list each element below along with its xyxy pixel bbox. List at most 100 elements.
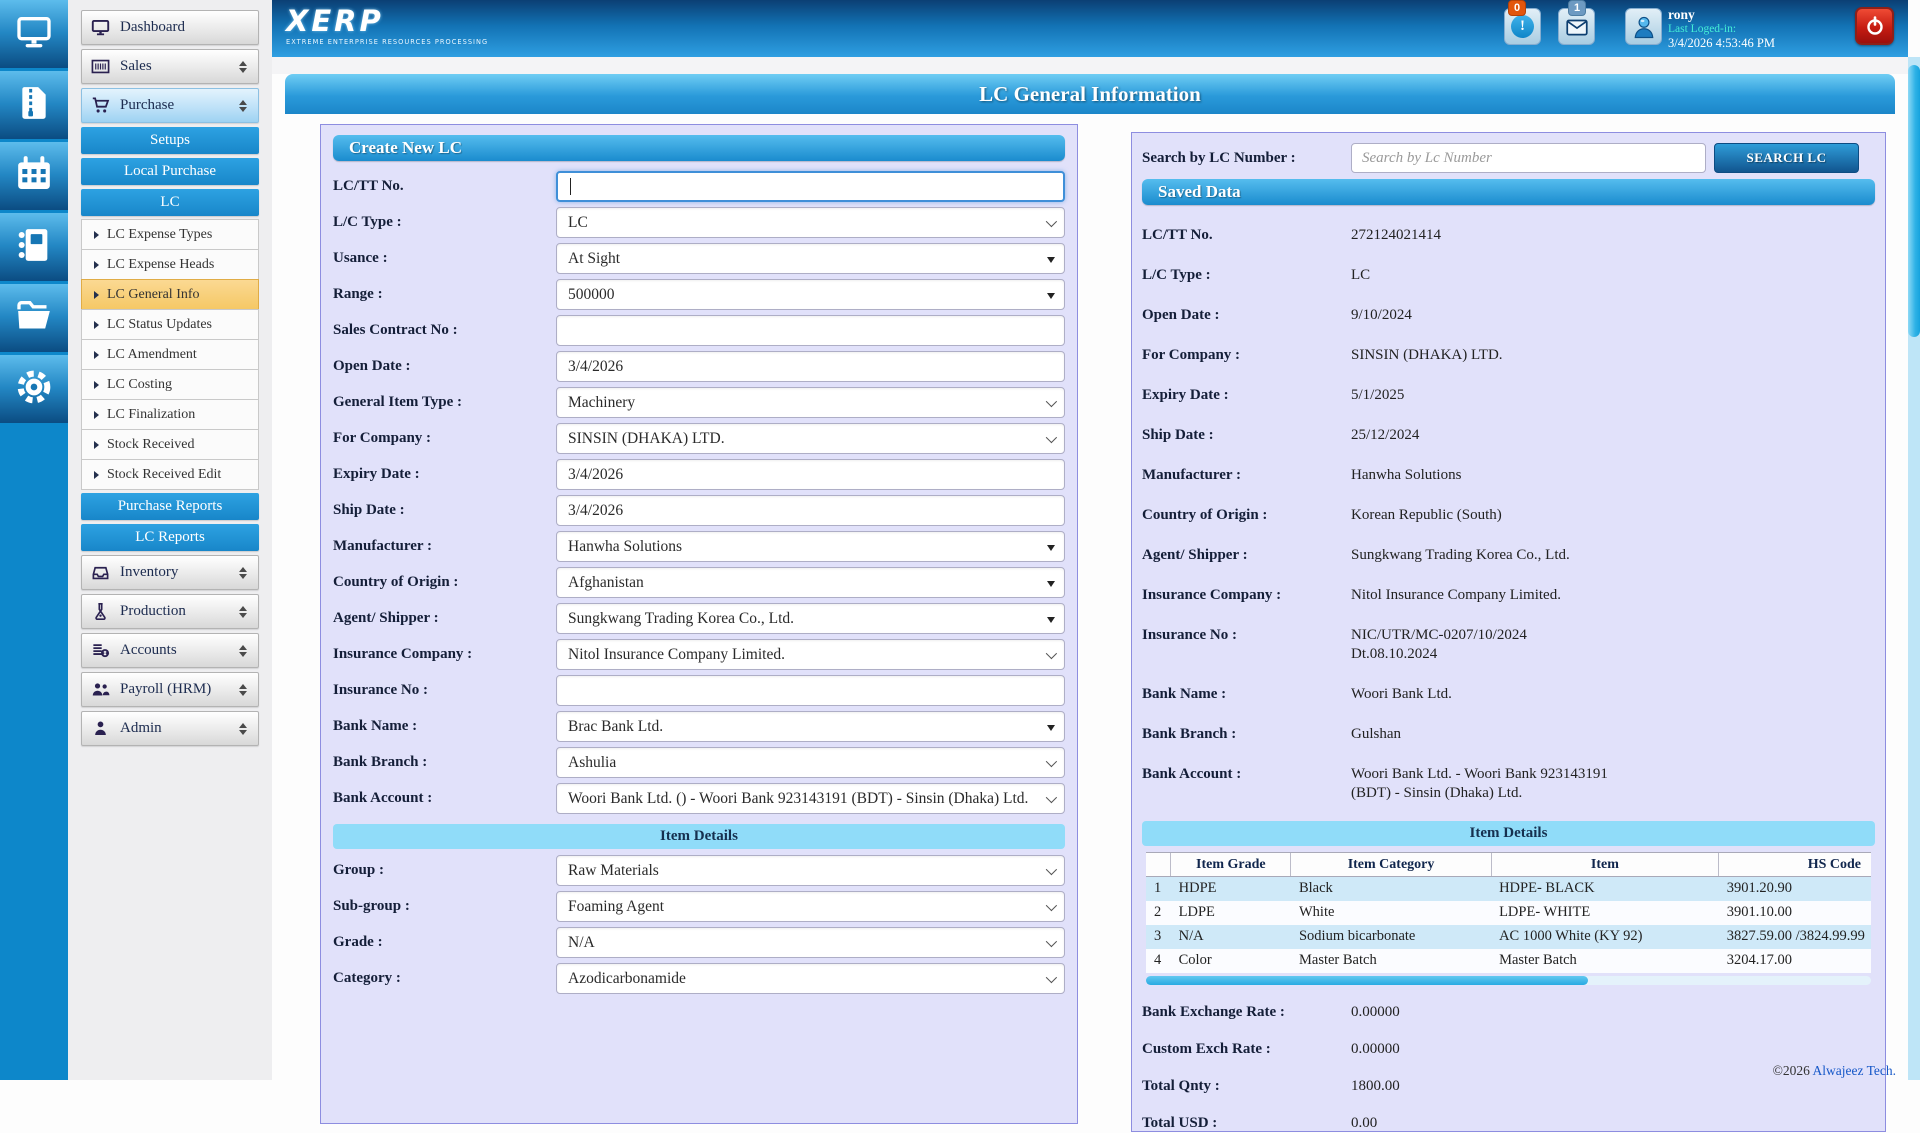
field-input-open-date[interactable]: 3/4/2026	[556, 351, 1065, 382]
notifications-button[interactable]: ! 0	[1504, 0, 1541, 45]
expand-arrows-icon	[239, 566, 247, 579]
field-input-expiry-date[interactable]: 3/4/2026	[556, 459, 1065, 490]
field-select-sub-group[interactable]: Foaming Agent	[556, 891, 1065, 922]
caret-right-icon	[94, 470, 99, 479]
search-lc-button[interactable]: SEARCH LC	[1714, 143, 1859, 173]
field-select-bank-branch[interactable]: Ashulia	[556, 747, 1065, 778]
saved-data-panel: Search by LC Number : SEARCH LC Saved Da…	[1131, 132, 1886, 1132]
sidebar-item-production[interactable]: Production	[81, 594, 259, 629]
field-select-agent-shipper[interactable]: Sungkwang Trading Korea Co., Ltd.	[556, 603, 1065, 634]
calendar-icon	[14, 154, 54, 199]
field-select-usance[interactable]: At Sight	[556, 243, 1065, 274]
sidebar-item-setups[interactable]: Setups	[81, 127, 259, 154]
rail-gear-icon[interactable]	[0, 355, 68, 423]
sidebar-item-lc[interactable]: LC	[81, 189, 259, 216]
vertical-scroll-thumb[interactable]	[1908, 65, 1920, 337]
sidebar-item-lc-status-updates[interactable]: LC Status Updates	[81, 309, 259, 340]
item-details-table: Item Grade Item Category Item HS Code 1 HDPE…	[1146, 852, 1871, 973]
table-header-index	[1146, 852, 1171, 877]
field-select-bank-account[interactable]: Woori Bank Ltd. () - Woori Bank 92314319…	[556, 783, 1065, 814]
app-logo[interactable]: XERP EXTREME ENTERPRISE RESOURCES PROCES…	[286, 5, 488, 46]
field-label-insurance-company: Insurance Company :	[333, 646, 473, 662]
sidebar-item-payroll-hrm[interactable]: Payroll (HRM)	[81, 672, 259, 707]
data-row-custom-exch-rate: Custom Exch Rate :0.00000	[1142, 1040, 1400, 1057]
item-table-row-3[interactable]: 3 N/A Sodium bicarbonate AC 1000 White (KY …	[1146, 924, 1871, 949]
field-select-group[interactable]: Raw Materials	[556, 855, 1065, 886]
saved-data-rows: LC/TT No. 272124021414 L/C Type : LC Open Da…	[1142, 226, 1875, 803]
footer: ©2026 Alwajeez Tech.	[1773, 1063, 1896, 1079]
sidebar-item-stock-received[interactable]: Stock Received	[81, 429, 259, 460]
field-input-sales-contract-no[interactable]	[556, 315, 1065, 346]
main-area: XERP EXTREME ENTERPRISE RESOURCES PROCES…	[272, 0, 1908, 1132]
messages-button[interactable]: 1	[1558, 0, 1595, 45]
field-input-ship-date[interactable]: 3/4/2026	[556, 495, 1065, 526]
form-row-usance: Usance : At Sight	[333, 243, 1065, 274]
chevron-down-icon	[1045, 863, 1058, 876]
vendor-link[interactable]: Alwajeez Tech.	[1812, 1063, 1896, 1078]
expand-arrows-icon	[239, 722, 247, 735]
field-select-general-item-type[interactable]: Machinery	[556, 387, 1065, 418]
field-select-grade[interactable]: N/A	[556, 927, 1065, 958]
sidebar-item-purchase[interactable]: Purchase	[81, 88, 259, 123]
barcode-icon	[91, 57, 110, 76]
logout-button[interactable]	[1855, 7, 1894, 45]
rail-folder-icon[interactable]	[0, 284, 68, 352]
sidebar-item-lc-reports[interactable]: LC Reports	[81, 524, 259, 551]
rail-calendar-icon[interactable]	[0, 142, 68, 210]
sidebar-item-inventory[interactable]: Inventory	[81, 555, 259, 590]
app-icon-rail	[0, 0, 68, 1080]
create-lc-header: Create New LC	[333, 135, 1065, 161]
data-row-bank-exchange-rate: Bank Exchange Rate :0.00000	[1142, 1003, 1400, 1020]
sidebar-item-lc-finalization[interactable]: LC Finalization	[81, 399, 259, 430]
field-select-insurance-company[interactable]: Nitol Insurance Company Limited.	[556, 639, 1065, 670]
field-select-range[interactable]: 500000	[556, 279, 1065, 310]
sidebar-item-lc-amendment[interactable]: LC Amendment	[81, 339, 259, 370]
field-label-expiry-date: Expiry Date :	[333, 466, 420, 482]
field-input-insurance-no[interactable]	[556, 675, 1065, 706]
horizontal-scroll-thumb[interactable]	[1146, 975, 1589, 985]
sidebar-item-accounts[interactable]: Accounts	[81, 633, 259, 668]
sidebar-section-label: Setups	[149, 132, 190, 148]
sidebar-item-lc-expense-heads[interactable]: LC Expense Heads	[81, 249, 259, 280]
sidebar-item-local-purchase[interactable]: Local Purchase	[81, 158, 259, 185]
form-row-l-c-type: L/C Type : LC	[333, 207, 1065, 238]
sidebar-item-lc-costing[interactable]: LC Costing	[81, 369, 259, 400]
coins-icon	[91, 641, 110, 660]
user-avatar-button[interactable]	[1625, 8, 1662, 45]
field-select-category[interactable]: Azodicarbonamide	[556, 963, 1065, 994]
item-table-row-4[interactable]: 4 Color Master Batch Master Batch 3204.17.00	[1146, 948, 1871, 973]
field-label-ship-date: Ship Date :	[333, 502, 405, 518]
field-select-manufacturer[interactable]: Hanwha Solutions	[556, 531, 1065, 562]
sidebar-item-stock-received-edit[interactable]: Stock Received Edit	[81, 459, 259, 490]
data-row-country-of-origin: Country of Origin : Korean Republic (Sout…	[1142, 507, 1502, 523]
field-select-l-c-type[interactable]: LC	[556, 207, 1065, 238]
item-table-row-2[interactable]: 2 LDPE White LDPE- WHITE 3901.10.00	[1146, 900, 1871, 925]
field-select-country-of-origin[interactable]: Afghanistan	[556, 567, 1065, 598]
sidebar-item-lc-general-info[interactable]: LC General Info	[81, 279, 259, 310]
table-header-item-grade: Item Grade	[1170, 852, 1291, 877]
field-label-manufacturer: Manufacturer :	[333, 538, 433, 554]
field-label-open-date: Open Date :	[333, 358, 411, 374]
chevron-down-icon	[1045, 395, 1058, 408]
field-select-bank-name[interactable]: Brac Bank Ltd.	[556, 711, 1065, 742]
lc-search-row: Search by LC Number : SEARCH LC	[1142, 143, 1875, 173]
sidebar-item-label: LC Expense Heads	[107, 256, 215, 272]
rail-desktop-icon[interactable]	[0, 0, 68, 68]
dropdown-triangle-icon	[1047, 581, 1055, 587]
rail-notebook-icon[interactable]	[0, 213, 68, 281]
sidebar-item-sales[interactable]: Sales	[81, 49, 259, 84]
search-lc-input[interactable]	[1351, 143, 1706, 173]
zip-file-icon	[14, 83, 54, 128]
field-input-lc-tt-no[interactable]	[556, 171, 1065, 202]
item-details-table-body: 1 HDPE Black HDPE- BLACK 3901.20.90 2 LDPE Whit…	[1146, 876, 1871, 973]
field-label-range: Range :	[333, 286, 383, 302]
sidebar-item-purchase-reports[interactable]: Purchase Reports	[81, 493, 259, 520]
field-select-for-company[interactable]: SINSIN (DHAKA) LTD.	[556, 423, 1065, 454]
page-title: LC General Information	[285, 74, 1895, 114]
sidebar-item-lc-expense-types[interactable]: LC Expense Types	[81, 219, 259, 250]
rail-zip-file-icon[interactable]	[0, 71, 68, 139]
sidebar-item-dashboard[interactable]: Dashboard	[81, 10, 259, 45]
sidebar-item-admin[interactable]: Admin	[81, 711, 259, 746]
item-table-row-1[interactable]: 1 HDPE Black HDPE- BLACK 3901.20.90	[1146, 876, 1871, 901]
logo-title: XERP	[286, 4, 384, 38]
